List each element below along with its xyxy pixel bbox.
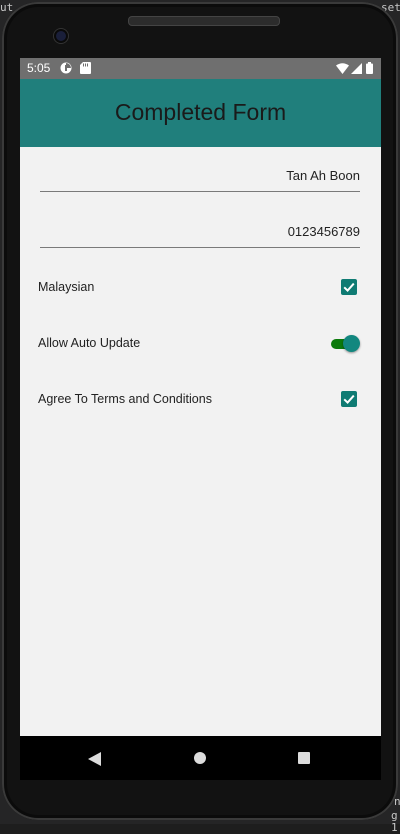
sd-card-icon — [80, 62, 91, 77]
terms-row: Agree To Terms and Conditions — [38, 389, 360, 411]
phone-field[interactable] — [40, 217, 360, 248]
malaysian-label: Malaysian — [38, 280, 95, 294]
switch-thumb — [343, 335, 360, 352]
data-saver-icon — [60, 62, 72, 77]
front-camera — [54, 29, 68, 43]
check-icon — [343, 394, 355, 405]
malaysian-checkbox[interactable] — [341, 279, 357, 295]
ide-code-fragment: g 1 — [391, 809, 398, 834]
auto-update-switch[interactable] — [330, 334, 360, 354]
phone-input[interactable] — [60, 224, 360, 239]
speaker-grille — [128, 16, 280, 26]
back-icon[interactable] — [88, 751, 101, 770]
name-field[interactable] — [40, 161, 360, 192]
recents-icon[interactable] — [298, 752, 310, 764]
status-time: 5:05 — [27, 61, 51, 75]
app-bar: Completed Form — [20, 79, 381, 147]
auto-update-row: Allow Auto Update — [38, 333, 360, 355]
malaysian-row: Malaysian — [38, 277, 360, 299]
home-icon[interactable] — [194, 752, 206, 764]
page-title: Completed Form — [114, 99, 287, 125]
wifi-icon — [336, 63, 349, 77]
auto-update-label: Allow Auto Update — [38, 336, 141, 350]
status-bar: 5:05 — [20, 58, 381, 79]
terms-checkbox[interactable] — [341, 391, 357, 407]
navigation-bar — [20, 736, 381, 780]
terms-label: Agree To Terms and Conditions — [38, 392, 212, 406]
name-input[interactable] — [60, 168, 360, 183]
cell-signal-icon — [351, 63, 362, 77]
check-icon — [343, 282, 355, 293]
battery-icon — [366, 62, 373, 77]
app-screen: 5:05 Completed Form Malaysian Allow Auto — [20, 58, 381, 736]
